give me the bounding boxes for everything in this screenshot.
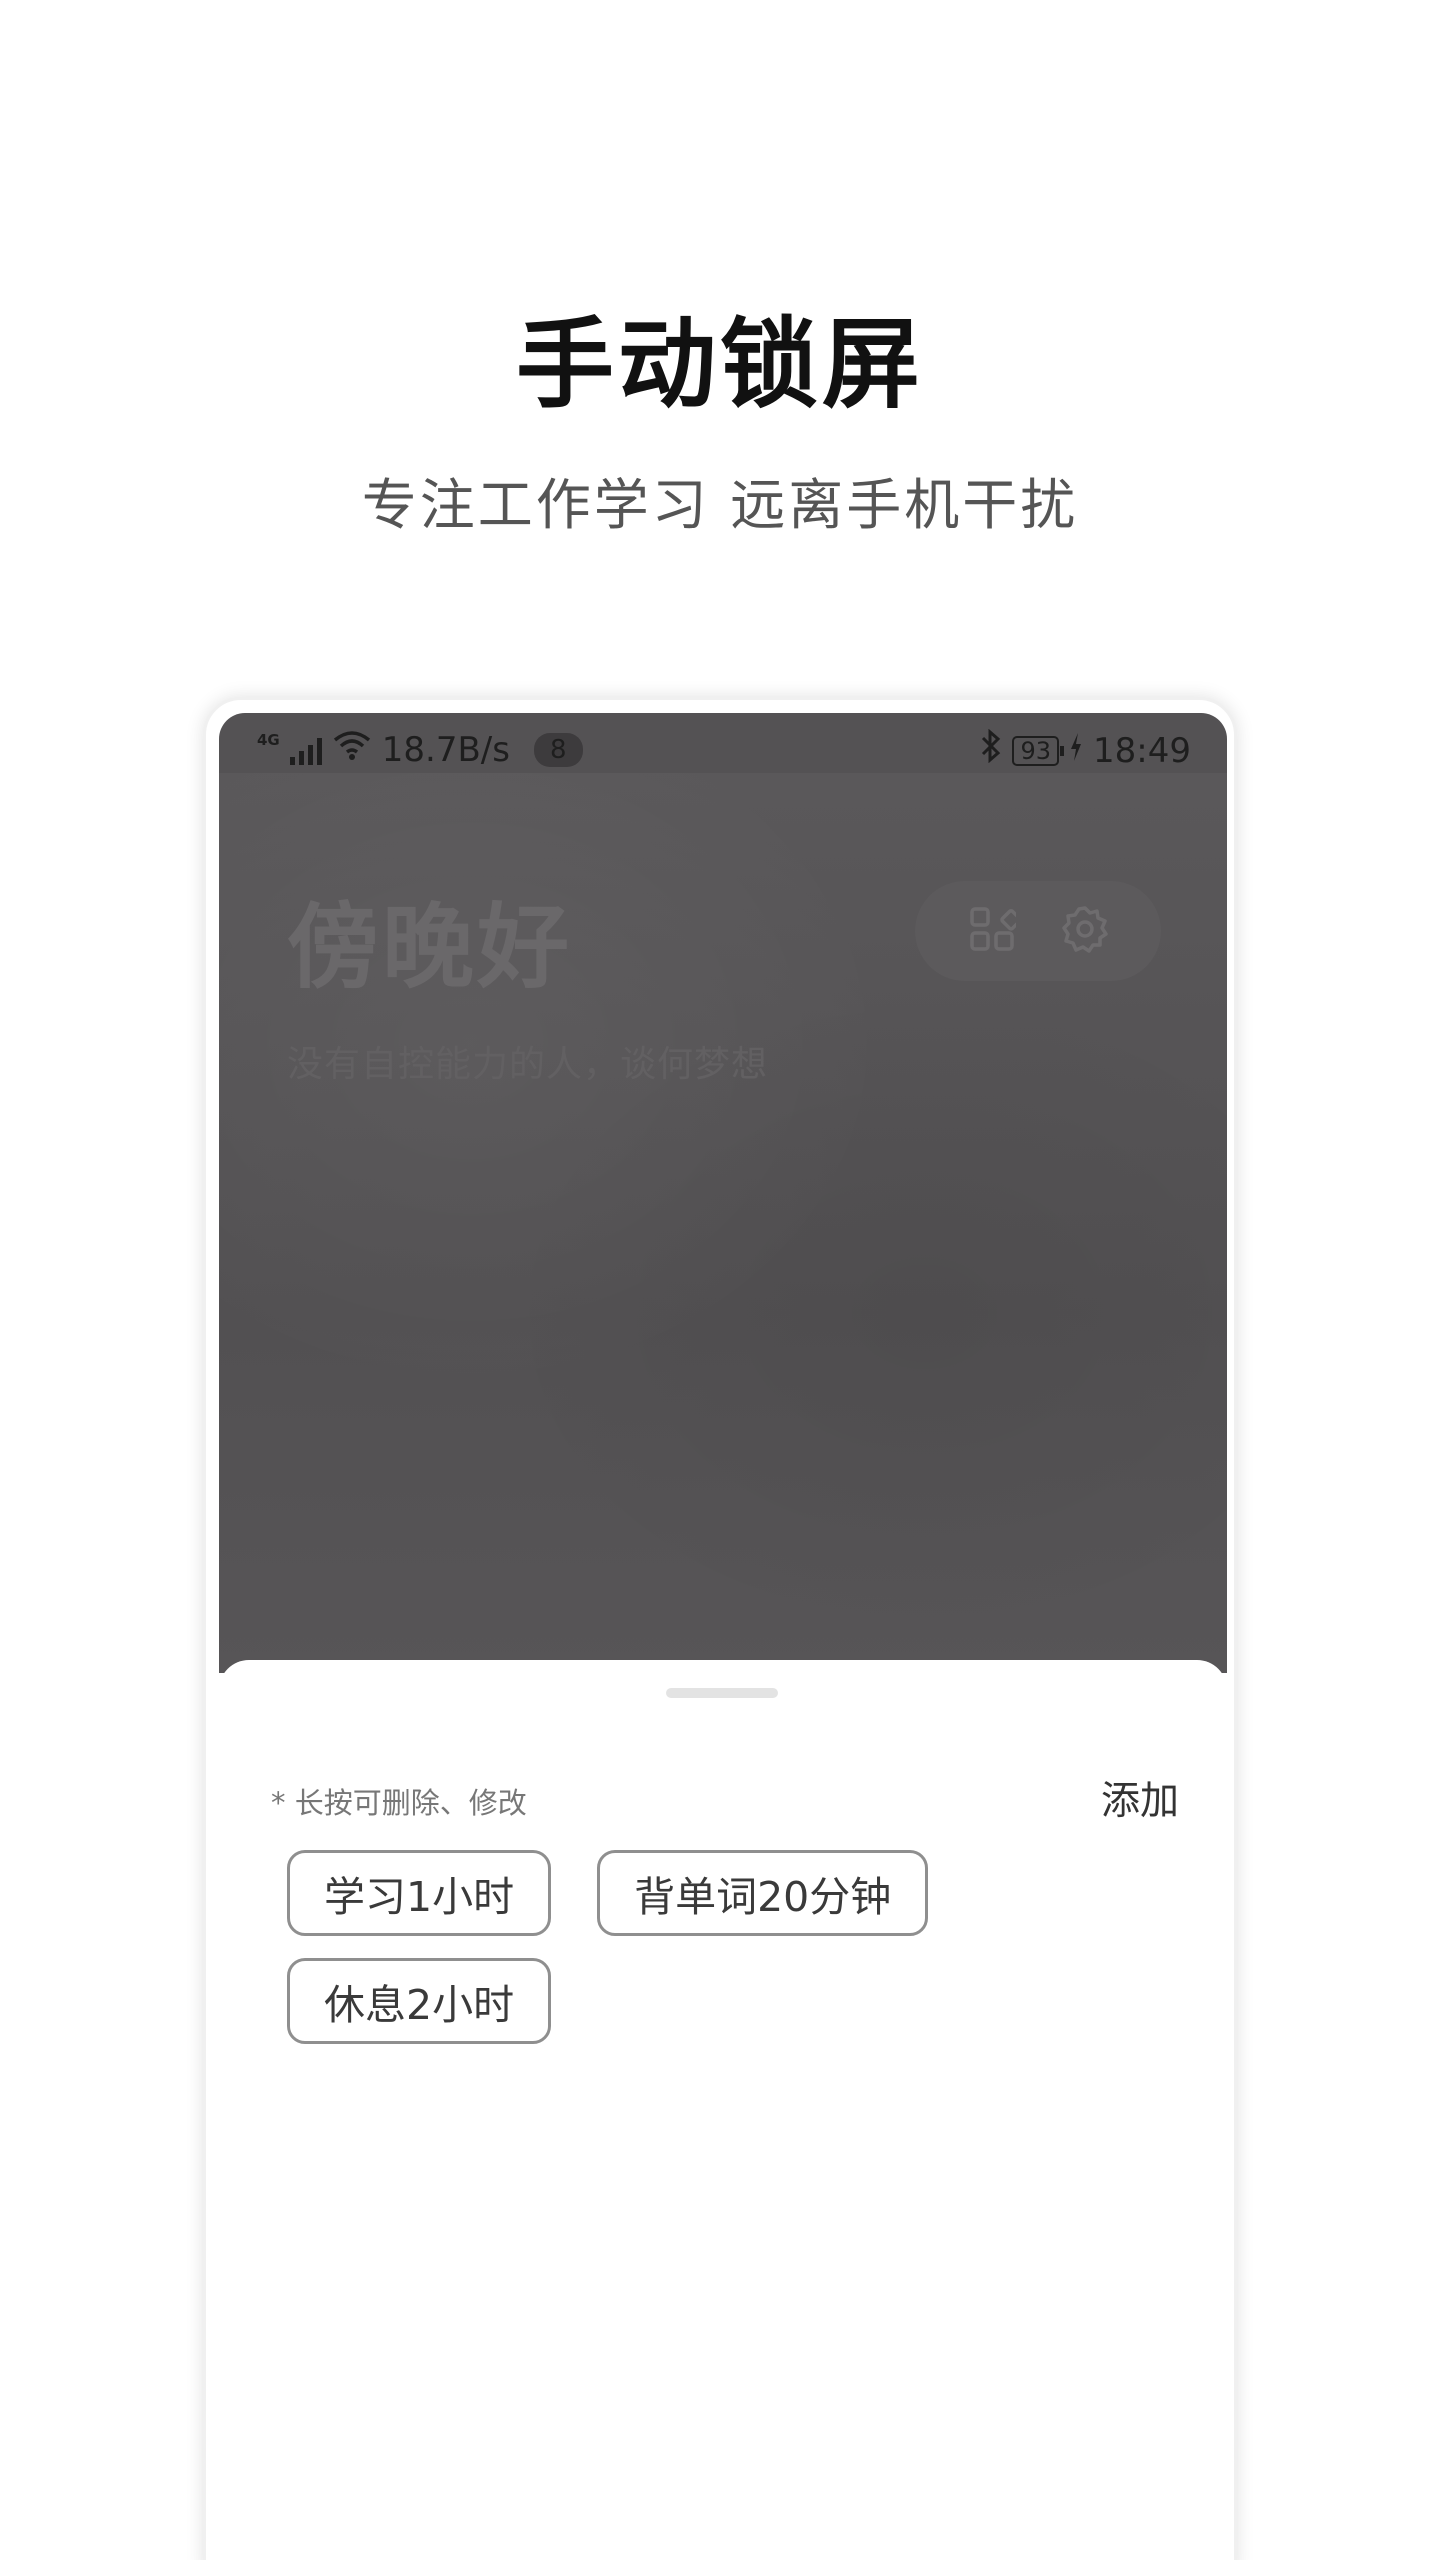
- add-preset-button[interactable]: 添加: [1101, 1770, 1179, 1826]
- hero-subtitle: 专注工作学习 远离手机干扰: [361, 473, 1079, 537]
- signal-icon: [289, 735, 322, 765]
- preset-tag-vocab-20m[interactable]: 背单词20分钟: [597, 1850, 929, 1936]
- apps-grid-icon: [968, 905, 1022, 957]
- settings-button[interactable]: [1057, 903, 1113, 959]
- network-speed: 18.7B/s: [381, 729, 510, 770]
- lock-preset-sheet: * 长按可删除、修改 添加 学习1小时 背单词20分钟 休息2小时: [219, 1660, 1227, 2560]
- promo-page: 手动锁屏 专注工作学习 远离手机干扰 4G 18.7B/s 8 93 18:49…: [0, 0, 1440, 2560]
- sheet-drag-handle[interactable]: [666, 1688, 778, 1698]
- home-action-pill: [915, 881, 1161, 981]
- preset-tag-rest-2h[interactable]: 休息2小时: [287, 1958, 552, 2044]
- long-press-hint: * 长按可删除、修改: [271, 1786, 527, 1820]
- phone-mockup: 4G 18.7B/s 8 93 18:49 傍晚好 没有自控能力的人，谈何梦想 …: [203, 697, 1237, 2560]
- phone-screen: 4G 18.7B/s 8 93 18:49 傍晚好 没有自控能力的人，谈何梦想 …: [219, 713, 1227, 2560]
- preset-row: 学习1小时 背单词20分钟: [287, 1850, 929, 1936]
- charging-icon: [1069, 731, 1083, 771]
- wifi-icon: [332, 729, 372, 770]
- hero-title: 手动锁屏: [515, 308, 924, 422]
- status-bar: 4G 18.7B/s 8 93 18:49: [219, 713, 1227, 783]
- preset-tag-study-1h[interactable]: 学习1小时: [287, 1850, 552, 1936]
- motto-text: 没有自控能力的人，谈何梦想: [287, 1044, 769, 1085]
- preset-row: 休息2小时: [287, 1958, 552, 2044]
- gear-icon: [1060, 904, 1110, 958]
- clock: 18:49: [1093, 730, 1191, 771]
- apps-button[interactable]: [964, 903, 1022, 959]
- dimmed-home-screen: 4G 18.7B/s 8 93 18:49 傍晚好 没有自控能力的人，谈何梦想: [219, 713, 1227, 1673]
- greeting-title: 傍晚好: [287, 894, 573, 1001]
- battery-icon: 93: [1012, 735, 1064, 766]
- battery-level: 93: [1020, 736, 1052, 765]
- notification-count-badge: 8: [533, 732, 583, 767]
- network-type: 4G: [257, 730, 280, 749]
- bluetooth-icon: [980, 728, 1002, 772]
